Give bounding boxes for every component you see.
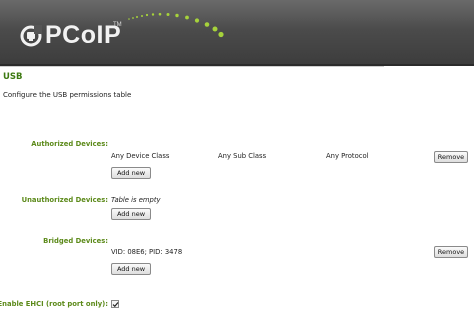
- header-banner: PCoIP TM: [0, 0, 474, 66]
- pcoip-logo-icon: [20, 25, 42, 47]
- enable-ehci-label: Enable EHCI (root port only):: [0, 300, 108, 308]
- checkmark-icon: [112, 302, 119, 308]
- authorized-device-class: Any Device Class: [111, 152, 170, 160]
- enable-ehci-checkbox[interactable]: [111, 300, 119, 308]
- page-subtitle: Configure the USB permissions table: [3, 91, 132, 99]
- pcoip-logo-text: PCoIP: [45, 21, 122, 49]
- decorative-dots: [128, 12, 224, 38]
- authorized-devices-label: Authorized Devices:: [31, 140, 108, 148]
- unauthorized-devices-label: Unauthorized Devices:: [21, 196, 108, 204]
- bridged-remove-button[interactable]: Remove: [434, 246, 468, 258]
- unauthorized-empty-text: Table is empty: [111, 196, 161, 204]
- bridged-add-new-button[interactable]: Add new: [111, 263, 151, 275]
- unauthorized-add-new-button[interactable]: Add new: [111, 208, 151, 220]
- authorized-sub-class: Any Sub Class: [218, 152, 267, 160]
- bridged-vid-pid: VID: 08E6; PID: 3478: [111, 248, 183, 256]
- logo-trademark: TM: [113, 22, 122, 28]
- divider: [0, 66, 384, 67]
- authorized-add-new-button[interactable]: Add new: [111, 167, 151, 179]
- authorized-remove-button[interactable]: Remove: [434, 151, 468, 163]
- page-title: USB: [3, 72, 23, 82]
- authorized-protocol: Any Protocol: [326, 152, 369, 160]
- bridged-devices-label: Bridged Devices:: [43, 237, 108, 245]
